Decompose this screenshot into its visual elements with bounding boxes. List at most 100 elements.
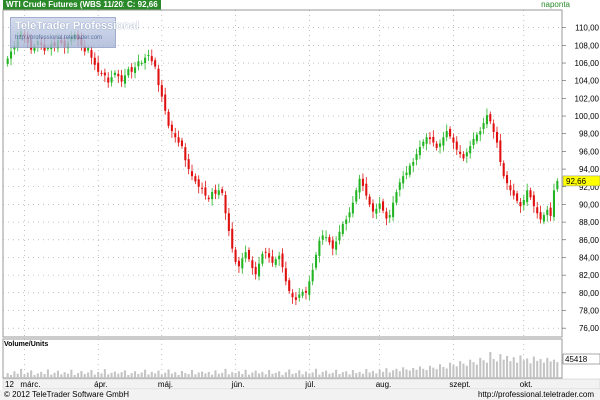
volume-bar	[234, 373, 237, 378]
volume-bar	[87, 372, 90, 378]
candle-down	[455, 141, 458, 150]
volume-bar	[546, 357, 549, 378]
candle-down	[93, 57, 96, 65]
volume-bar	[482, 360, 485, 378]
y-tick-label: 86,00	[579, 236, 600, 245]
candle-down	[227, 213, 230, 231]
candle-down	[361, 178, 364, 186]
volume-bar	[402, 367, 405, 378]
candle-down	[281, 253, 284, 268]
volume-bar	[231, 372, 234, 378]
volume-bar	[157, 370, 160, 378]
candle-down	[499, 140, 502, 163]
volume-bar	[30, 370, 33, 378]
candle-down	[539, 212, 542, 220]
volume-bar	[274, 372, 277, 378]
footer-url[interactable]: http://professional.teletrader.com	[478, 390, 594, 400]
volume-bar	[90, 370, 93, 378]
candle-up	[87, 48, 90, 51]
volume-bar	[221, 372, 224, 378]
candle-up	[127, 69, 130, 76]
candle-up	[522, 200, 525, 206]
teletrader-logo: TeleTrader Professional http://professio…	[10, 17, 139, 48]
candle-up	[140, 63, 143, 65]
volume-bar	[512, 357, 515, 378]
x-tick-label: szept.	[449, 380, 470, 389]
candle-down	[495, 131, 499, 143]
volume-bar	[445, 368, 448, 378]
volume-bar	[298, 370, 301, 378]
volume-bar	[53, 372, 56, 378]
candle-up	[137, 61, 140, 67]
volume-bar	[472, 362, 475, 378]
candle-up	[412, 162, 415, 166]
price-panel	[2, 9, 563, 338]
volume-bar	[529, 363, 532, 378]
volume-bar	[465, 365, 468, 378]
volume-bar	[335, 369, 338, 378]
candle-down	[428, 137, 432, 140]
candle-up	[261, 253, 264, 264]
plot-background	[2, 9, 600, 390]
price-chart[interactable]: 76,00 78,00 80,00 82,00 84,00 86,00 88,00 90,00…	[0, 0, 600, 400]
volume-bar	[66, 373, 70, 378]
volume-bar	[204, 373, 207, 378]
candle-down	[221, 189, 224, 193]
candle-down	[157, 68, 160, 86]
candle-up	[405, 172, 408, 176]
volume-bar	[492, 359, 495, 378]
candle-down	[224, 195, 227, 214]
candle-up	[398, 182, 401, 190]
candle-down	[164, 94, 167, 111]
volume-bar	[475, 364, 478, 378]
volume-bar	[308, 373, 311, 378]
volume-bar	[542, 362, 545, 378]
candle-down	[268, 253, 271, 258]
last-price-label: 92,66	[566, 177, 587, 186]
y-tick-label: 96,00	[579, 147, 600, 156]
y-tick-label: 94,00	[579, 165, 600, 174]
volume-bar	[331, 372, 334, 378]
volume-bar	[103, 369, 106, 378]
volume-bar	[311, 372, 314, 378]
volume-bar	[144, 369, 147, 378]
candle-down	[251, 260, 254, 269]
volume-bar	[164, 372, 167, 378]
volume-bar	[113, 371, 116, 378]
volume-bar	[435, 369, 438, 378]
volume-bar	[462, 363, 465, 378]
candle-up	[479, 131, 482, 135]
volume-bar	[408, 370, 411, 378]
volume-bar	[321, 371, 324, 378]
candle-up	[472, 139, 475, 146]
candle-up	[144, 57, 147, 64]
volume-bar	[133, 371, 137, 378]
candle-up	[318, 240, 321, 256]
candle-up	[465, 152, 468, 157]
volume-bar	[509, 361, 512, 378]
volume-bar	[40, 371, 43, 378]
candle-up	[388, 215, 391, 218]
candle-up	[355, 190, 358, 202]
volume-bar	[338, 374, 341, 378]
volume-bar	[365, 369, 368, 378]
volume-bar	[268, 370, 271, 378]
y-tick-label: 110,00	[575, 24, 599, 33]
volume-bar	[73, 374, 76, 378]
y-tick-label: 90,00	[579, 200, 600, 209]
candle-down	[237, 260, 240, 267]
candle-up	[475, 134, 478, 142]
volume-bar	[160, 374, 163, 378]
volume-bar	[201, 371, 204, 378]
volume-bar	[556, 362, 559, 378]
volume-bar	[284, 372, 287, 378]
candle-up	[552, 190, 556, 217]
volume-bar	[70, 369, 73, 378]
y-tick-label: 80,00	[579, 289, 600, 298]
volume-bar	[348, 374, 351, 378]
volume-bar	[170, 373, 173, 378]
price-axis[interactable]: 76,00 78,00 80,00 82,00 84,00 86,00 88,00 90,00…	[562, 24, 600, 365]
volume-bar	[214, 370, 217, 378]
candle-up	[546, 209, 549, 216]
volume-bar	[6, 373, 9, 378]
